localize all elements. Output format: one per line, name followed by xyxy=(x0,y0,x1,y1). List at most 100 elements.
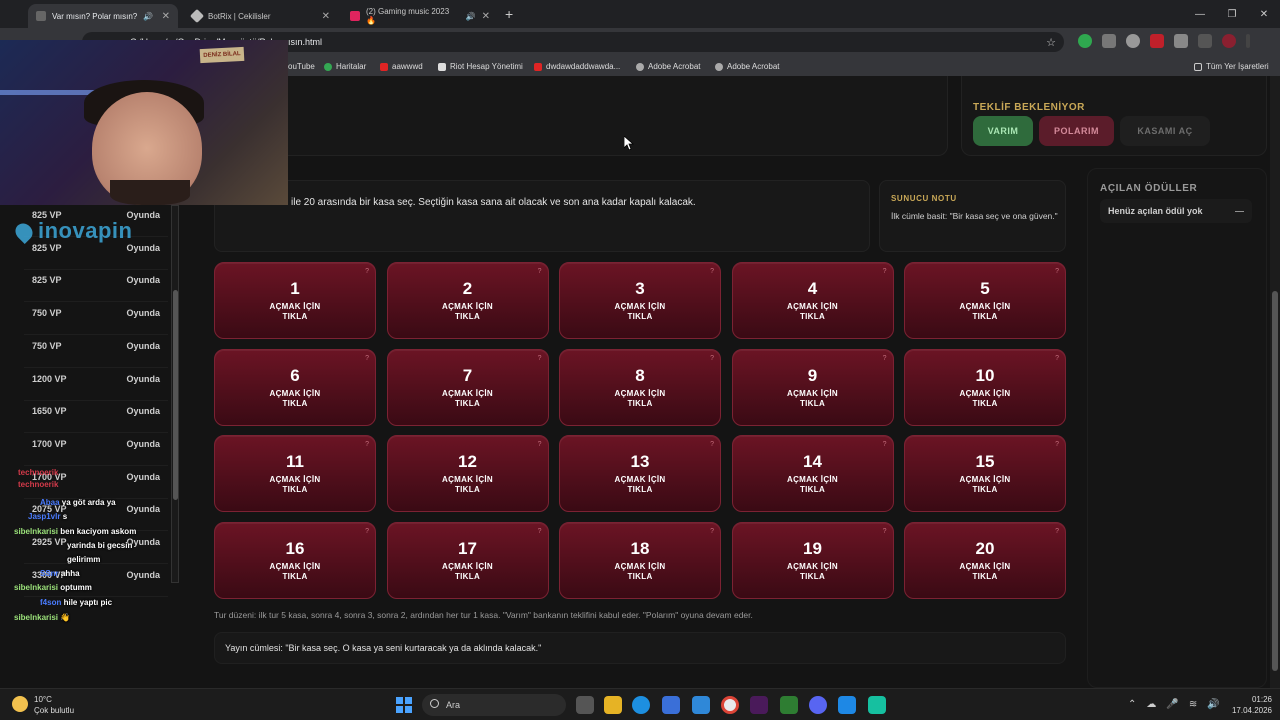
case-label-line1: AÇMAK İÇİN xyxy=(787,561,838,571)
case-1[interactable]: ? 1 AÇMAK İÇİN TIKLA xyxy=(214,262,376,339)
rewards-title: AÇILAN ÖDÜLLER xyxy=(1100,183,1198,194)
vp-value: 825 VP xyxy=(32,242,62,253)
case-9[interactable]: ? 9 AÇMAK İÇİN TIKLA xyxy=(731,348,894,426)
open-case-button[interactable]: KASAMI AÇ xyxy=(1120,116,1210,146)
case-7[interactable]: ? 7 AÇMAK İÇİN TIKLA xyxy=(386,348,549,426)
vscode-icon[interactable] xyxy=(750,696,768,714)
close-tab-icon[interactable]: ✕ xyxy=(162,11,170,22)
bookmark-youtube[interactable]: ouTube xyxy=(288,62,315,71)
bookmark-adobe-1[interactable]: Adobe Acrobat xyxy=(636,62,700,71)
puzzle-icon[interactable] xyxy=(1174,34,1188,48)
weather-icon xyxy=(12,696,28,712)
bookmark-riot[interactable]: Riot Hesap Yönetimi xyxy=(438,62,523,71)
new-tab-button[interactable]: + xyxy=(505,6,513,22)
task-view-icon[interactable] xyxy=(576,696,594,714)
scrollbar-thumb[interactable] xyxy=(1272,291,1278,671)
case-13[interactable]: ? 13 AÇMAK İÇİN TIKLA xyxy=(559,435,721,513)
close-tab-icon[interactable]: ✕ xyxy=(322,11,330,22)
case-label: AÇMAK İÇİN TIKLA xyxy=(215,302,375,322)
speaker-icon[interactable]: 🔊 xyxy=(143,12,153,21)
close-window-icon[interactable]: ✕ xyxy=(1248,0,1280,28)
windows-taskbar: 10°C Çok bulutlu Ara ⌃ ☁ 🎤 ≋ 🔊 01:26 17.… xyxy=(0,688,1280,720)
case-15[interactable]: ? 15 AÇMAK İÇİN TIKLA xyxy=(904,435,1066,513)
chat-text: 👋 xyxy=(60,613,71,622)
cloud-icon[interactable]: ☁ xyxy=(1146,699,1156,710)
case-label-line2: TIKLA xyxy=(627,398,653,408)
clock[interactable]: 01:26 17.04.2026 xyxy=(1232,694,1272,716)
case-18[interactable]: ? 18 AÇMAK İÇİN TIKLA xyxy=(559,521,721,599)
bookmark-star-icon[interactable]: ☆ xyxy=(1046,36,1056,49)
chevron-up-icon[interactable]: ⌃ xyxy=(1128,699,1136,710)
app-icon[interactable] xyxy=(780,696,798,714)
edge-icon[interactable] xyxy=(632,696,650,714)
case-20[interactable]: ? 20 AÇMAK İÇİN TIKLA xyxy=(904,521,1066,599)
store-icon[interactable] xyxy=(662,696,680,714)
case-label-line1: AÇMAK İÇİN xyxy=(442,561,493,571)
case-5[interactable]: ? 5 AÇMAK İÇİN TIKLA xyxy=(904,262,1066,339)
media-icon[interactable] xyxy=(1198,34,1212,48)
question-icon: ? xyxy=(365,441,369,449)
tab-gaming-music[interactable]: (2) Gaming music 2023 🔥 🔊 ✕ xyxy=(342,4,498,28)
speaker-icon[interactable]: 🔊 xyxy=(466,12,476,21)
leaderboard-row: 1650 VP Oyunda xyxy=(24,403,168,434)
case-2[interactable]: ? 2 AÇMAK İÇİN TIKLA xyxy=(386,262,549,339)
case-label: AÇMAK İÇİN TIKLA xyxy=(388,302,548,322)
case-label: AÇMAK İÇİN TIKLA xyxy=(733,302,893,322)
bookmark-dwdaw[interactable]: dwdawdaddwawda... xyxy=(534,62,620,71)
microphone-icon[interactable]: 🎤 xyxy=(1166,699,1178,710)
case-8[interactable]: ? 8 AÇMAK İÇİN TIKLA xyxy=(559,348,721,426)
discord-icon[interactable] xyxy=(809,696,827,714)
tab-polarmisin[interactable]: Var mısın? Polar mısın? 🔊 ✕ xyxy=(28,4,178,28)
taskbar-search[interactable]: Ara xyxy=(422,694,566,716)
menu-icon[interactable] xyxy=(1246,34,1250,48)
bookmark-haritalar[interactable]: Haritalar xyxy=(324,62,366,71)
continue-button[interactable]: POLARIM xyxy=(1039,116,1114,146)
chat-username: Jasp1vlr xyxy=(28,512,61,521)
case-3[interactable]: ? 3 AÇMAK İÇİN TIKLA xyxy=(559,262,721,339)
bookmark-adobe-2[interactable]: Adobe Acrobat xyxy=(715,62,779,71)
vp-value: 750 VP xyxy=(32,308,62,319)
tab-botrix[interactable]: BotRix | Cekilisler ✕ xyxy=(184,4,338,28)
shield-extension-icon[interactable] xyxy=(1078,34,1092,48)
app-icon[interactable] xyxy=(868,696,886,714)
case-6[interactable]: ? 6 AÇMAK İÇİN TIKLA xyxy=(214,348,376,426)
player-status: Oyunda xyxy=(126,275,160,286)
maximize-icon[interactable]: ❐ xyxy=(1216,0,1248,28)
close-tab-icon[interactable]: ✕ xyxy=(482,11,490,22)
extension-icon[interactable] xyxy=(1126,34,1140,48)
wifi-icon[interactable]: ≋ xyxy=(1189,699,1197,710)
case-11[interactable]: ? 11 AÇMAK İÇİN TIKLA xyxy=(214,435,376,513)
file-explorer-icon[interactable] xyxy=(604,696,622,714)
leaderboard-row: 825 VP Oyunda xyxy=(24,272,168,303)
minimize-icon[interactable]: — xyxy=(1184,0,1216,28)
volume-icon[interactable]: 🔊 xyxy=(1207,699,1219,710)
case-label: AÇMAK İÇİN TIKLA xyxy=(560,562,720,582)
start-button[interactable] xyxy=(396,697,412,713)
case-4[interactable]: ? 4 AÇMAK İÇİN TIKLA xyxy=(731,262,894,339)
bookmark-aawwwd[interactable]: aawwwd xyxy=(380,62,423,71)
case-16[interactable]: ? 16 AÇMAK İÇİN TIKLA xyxy=(214,521,376,599)
bookmark-label: ouTube xyxy=(288,62,315,71)
all-bookmarks[interactable]: Tüm Yer İşaretleri xyxy=(1194,62,1269,71)
chrome-icon[interactable] xyxy=(721,696,739,714)
case-label-line2: TIKLA xyxy=(799,398,826,408)
extension-icon[interactable] xyxy=(1102,34,1116,48)
case-label-line1: AÇMAK İÇİN xyxy=(614,388,666,398)
app-icon[interactable] xyxy=(838,696,856,714)
player-status: Oyunda xyxy=(126,340,160,351)
question-icon: ? xyxy=(1055,527,1059,535)
stream-chat: technoerik technoerik Abaa ya göt arda y… xyxy=(0,466,190,636)
case-14[interactable]: ? 14 AÇMAK İÇİN TIKLA xyxy=(731,435,894,513)
case-19[interactable]: ? 19 AÇMAK İÇİN TIKLA xyxy=(731,521,894,599)
extension-icon[interactable] xyxy=(1150,34,1164,48)
profile-icon[interactable] xyxy=(1222,34,1236,48)
accept-offer-button[interactable]: VARIM xyxy=(973,116,1033,146)
rewards-panel: AÇILAN ÖDÜLLER Henüz açılan ödül yok — xyxy=(1087,168,1267,688)
case-number: 10 xyxy=(975,365,995,385)
case-12[interactable]: ? 12 AÇMAK İÇİN TIKLA xyxy=(386,435,549,513)
case-label: AÇMAK İÇİN TIKLA xyxy=(733,475,893,495)
mail-icon[interactable] xyxy=(692,696,710,714)
case-10[interactable]: ? 10 AÇMAK İÇİN TIKLA xyxy=(904,348,1066,426)
page-scrollbar[interactable] xyxy=(1270,76,1280,688)
case-17[interactable]: ? 17 AÇMAK İÇİN TIKLA xyxy=(386,521,549,599)
